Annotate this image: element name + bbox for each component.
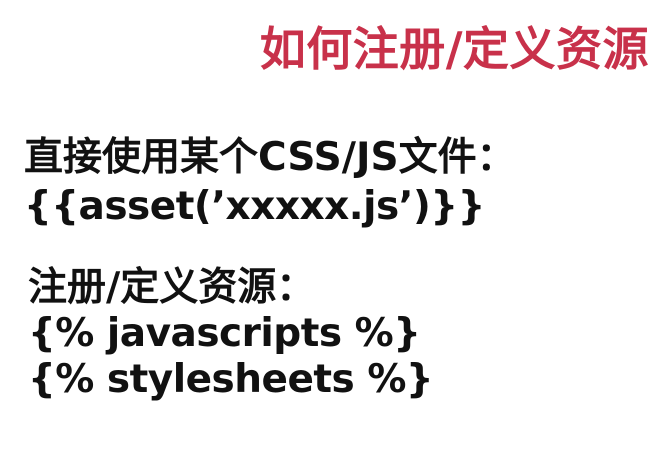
javascripts-code-line: {% javascripts %}: [28, 311, 421, 356]
register-resource-heading: 注册/定义资源：: [28, 265, 316, 310]
asset-code-line: {{asset(’xxxxx.js’)}}: [24, 184, 485, 229]
slide-title: 如何注册/定义资源: [259, 22, 649, 76]
direct-usage-heading: 直接使用某个CSS/JS文件：: [24, 135, 516, 180]
register-resource-section: 注册/定义资源： {% javascripts %} {% stylesheet…: [28, 265, 434, 402]
stylesheets-code-line: {% stylesheets %}: [28, 357, 434, 402]
slide: 如何注册/定义资源 直接使用某个CSS/JS文件： {{asset(’xxxxx…: [0, 0, 667, 461]
direct-usage-section: 直接使用某个CSS/JS文件： {{asset(’xxxxx.js’)}}: [24, 138, 516, 226]
